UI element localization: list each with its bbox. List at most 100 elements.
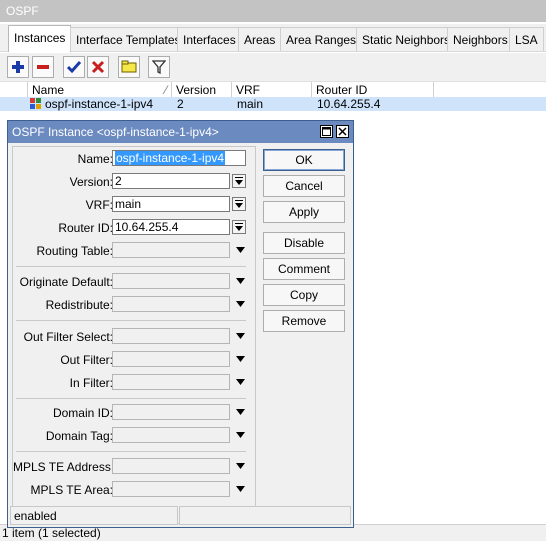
in-filter-dropdown[interactable]: [233, 375, 247, 389]
tab-instances[interactable]: Instances: [8, 25, 72, 52]
chevron-down-icon: [235, 333, 245, 339]
router-id-dropdown[interactable]: [232, 220, 246, 234]
comment-icon: [121, 60, 137, 73]
routing-table-field: [112, 242, 230, 258]
enable-button[interactable]: [63, 56, 85, 78]
originate-default-label: Originate Default:: [19, 275, 113, 289]
remove-button[interactable]: Remove: [263, 310, 345, 332]
chevron-down-icon: [235, 379, 245, 385]
separator: [16, 398, 246, 399]
dropdown-arrow-icon: [235, 223, 243, 231]
comment-button[interactable]: Comment: [263, 258, 345, 280]
mpls-te-area-field: [112, 481, 230, 497]
out-filter-select-label: Out Filter Select:: [23, 330, 113, 344]
tab-interface-templates[interactable]: Interface Templates: [70, 27, 187, 51]
vrf-field[interactable]: main: [112, 196, 230, 212]
disable-button[interactable]: [87, 56, 109, 78]
window-title: OSPF: [0, 0, 546, 22]
chevron-down-icon: [235, 247, 245, 253]
copy-button[interactable]: Copy: [263, 284, 345, 306]
routing-table-dropdown[interactable]: [233, 243, 247, 257]
separator: [16, 451, 246, 452]
out-filter-field: [112, 351, 230, 367]
name-label: Name:: [77, 152, 113, 166]
version-label: Version:: [69, 175, 113, 189]
chevron-down-icon: [235, 486, 245, 492]
mpls-te-address-label: MPLS TE Address:: [13, 460, 115, 474]
chevron-down-icon: [235, 409, 245, 415]
column-version[interactable]: Version: [172, 82, 232, 98]
redistribute-dropdown[interactable]: [233, 297, 247, 311]
filter-button[interactable]: [148, 56, 170, 78]
domain-tag-dropdown[interactable]: [233, 428, 247, 442]
add-button[interactable]: [7, 56, 29, 78]
tab-lsa[interactable]: LSA: [509, 27, 544, 51]
vrf-label: VRF:: [85, 198, 113, 212]
redistribute-field: [112, 296, 230, 312]
router-id-label: Router ID:: [58, 221, 113, 235]
routing-table-label: Routing Table:: [36, 244, 114, 258]
sort-icon: ⁄: [164, 83, 167, 97]
domain-id-label: Domain ID:: [52, 406, 113, 420]
dialog-status: enabled: [10, 506, 178, 525]
toolbar: [0, 53, 546, 81]
router-id-field[interactable]: 10.64.255.4: [112, 219, 230, 235]
tab-static-neighbors[interactable]: Static Neighbors: [356, 27, 457, 51]
tab-areas[interactable]: Areas: [238, 27, 282, 51]
cell-router-id: 10.64.255.4: [317, 97, 381, 111]
out-filter-select-field: [112, 328, 230, 344]
cancel-button[interactable]: Cancel: [263, 175, 345, 197]
domain-id-field: [112, 404, 230, 420]
mpls-te-address-field: [112, 458, 230, 474]
version-field[interactable]: 2: [112, 173, 230, 189]
ok-button[interactable]: OK: [263, 149, 345, 171]
name-field[interactable]: ospf-instance-1-ipv4: [112, 150, 246, 166]
version-dropdown[interactable]: [232, 174, 246, 188]
chevron-down-icon: [235, 356, 245, 362]
column-name[interactable]: Name ⁄: [28, 82, 172, 98]
column-vrf[interactable]: VRF: [232, 82, 312, 98]
cell-vrf: main: [237, 97, 264, 111]
close-button[interactable]: [336, 125, 349, 138]
originate-default-field: [112, 273, 230, 289]
originate-default-dropdown[interactable]: [233, 274, 247, 288]
tab-interfaces[interactable]: Interfaces: [177, 27, 242, 51]
chevron-down-icon: [235, 432, 245, 438]
name-value: ospf-instance-1-ipv4: [115, 151, 226, 165]
dialog-status-secondary: [179, 506, 351, 525]
tab-neighbors[interactable]: Neighbors: [447, 27, 514, 51]
plus-icon: [12, 61, 24, 73]
dropdown-arrow-icon: [235, 200, 243, 208]
disable-button[interactable]: Disable: [263, 232, 345, 254]
domain-tag-label: Domain Tag:: [45, 429, 113, 443]
vrf-dropdown[interactable]: [232, 197, 246, 211]
column-router-id[interactable]: Router ID: [312, 82, 434, 98]
column-name-label: Name: [32, 83, 65, 97]
in-filter-field: [112, 374, 230, 390]
separator: [16, 320, 246, 321]
out-filter-label: Out Filter:: [60, 353, 113, 367]
chevron-down-icon: [235, 278, 245, 284]
filter-icon: [152, 60, 166, 74]
chevron-down-icon: [235, 463, 245, 469]
check-icon: [67, 61, 81, 74]
in-filter-label: In Filter:: [69, 376, 113, 390]
redistribute-label: Redistribute:: [45, 298, 113, 312]
mpls-te-address-dropdown[interactable]: [233, 459, 247, 473]
out-filter-dropdown[interactable]: [233, 352, 247, 366]
apply-button[interactable]: Apply: [263, 201, 345, 223]
domain-id-dropdown[interactable]: [233, 405, 247, 419]
cell-version: 2: [177, 97, 184, 111]
cross-icon: [91, 60, 105, 74]
mpls-te-area-label: MPLS TE Area:: [30, 483, 113, 497]
dropdown-arrow-icon: [235, 177, 243, 185]
table-row[interactable]: ospf-instance-1-ipv4 2 main 10.64.255.4: [0, 97, 546, 111]
maximize-button[interactable]: [320, 125, 333, 138]
comment-button[interactable]: [118, 56, 140, 78]
dialog-title: OSPF Instance <ospf-instance-1-ipv4>: [8, 121, 353, 143]
tab-bar: Instances Interface Templates Interfaces…: [0, 24, 546, 52]
remove-button[interactable]: [32, 56, 54, 78]
tab-area-ranges[interactable]: Area Ranges: [280, 27, 363, 51]
mpls-te-area-dropdown[interactable]: [233, 482, 247, 496]
out-filter-select-dropdown[interactable]: [233, 329, 247, 343]
